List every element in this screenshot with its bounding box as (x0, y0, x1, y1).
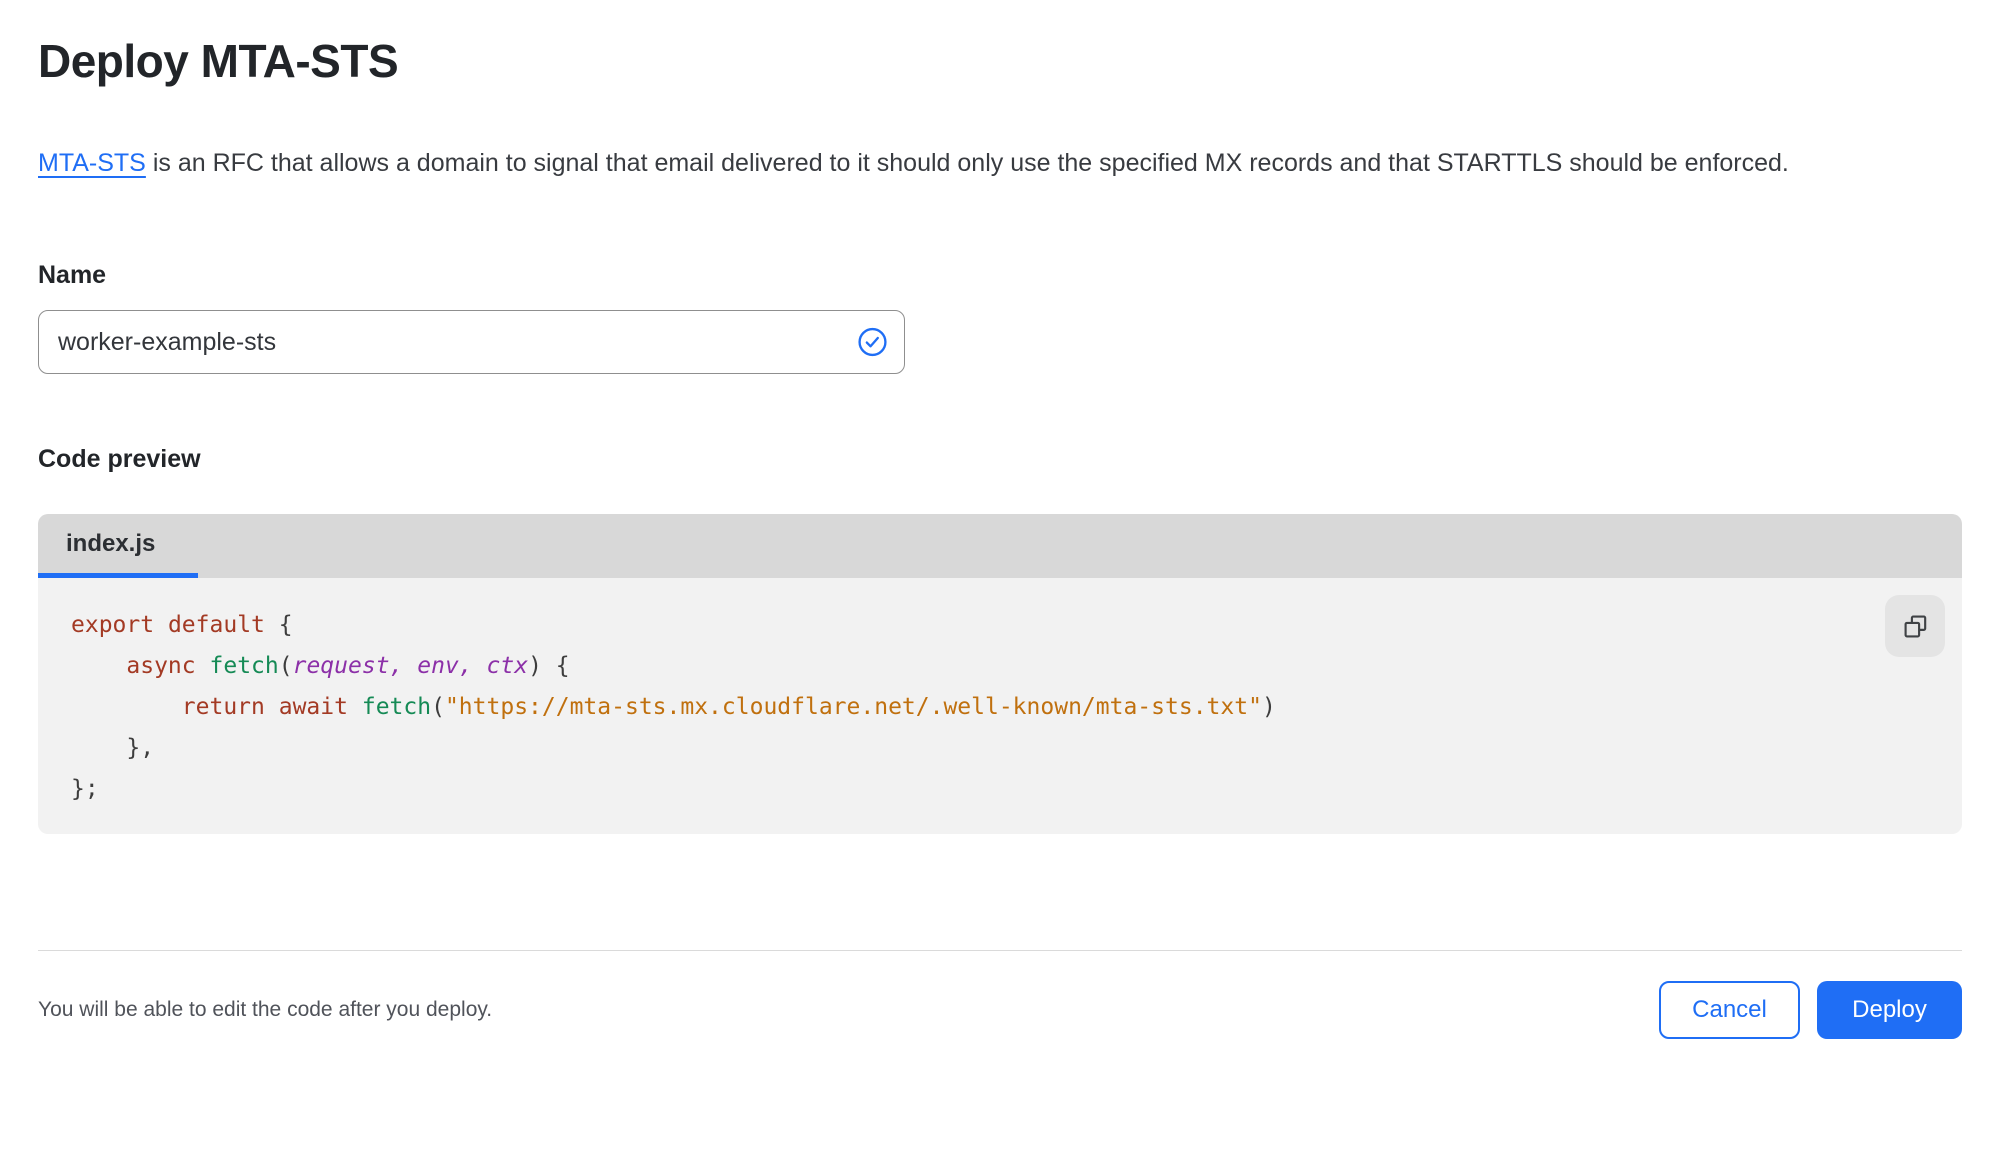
cancel-button[interactable]: Cancel (1659, 981, 1800, 1039)
code-line: }; (71, 776, 99, 802)
code-line: return await fetch("https://mta-sts.mx.c… (181, 694, 1276, 720)
code-content: export default { async fetch(request, en… (71, 605, 1872, 810)
description-text: is an RFC that allows a domain to signal… (145, 149, 1789, 177)
code-line: }, (71, 735, 155, 761)
page-title: Deploy MTA-STS (38, 35, 399, 87)
code-tab-bar: index.js (38, 514, 1962, 578)
code-preview-label: Code preview (38, 445, 201, 473)
name-label: Name (38, 261, 107, 289)
tab-index-js[interactable]: index.js (38, 514, 198, 578)
name-input-wrap (38, 310, 905, 374)
code-area: export default { async fetch(request, en… (38, 578, 1962, 834)
mta-sts-link[interactable]: MTA-STS (38, 149, 146, 177)
deploy-mta-sts-page: Deploy MTA-STS MTA-STS is an RFC that al… (0, 34, 1999, 1039)
code-editor: index.js export default { async fetch(re… (38, 514, 1962, 834)
name-input[interactable] (38, 310, 905, 374)
description: MTA-STS is an RFC that allows a domain t… (38, 141, 1943, 186)
deploy-button[interactable]: Deploy (1817, 981, 1962, 1039)
footer: You will be able to edit the code after … (38, 950, 1962, 1039)
copy-button[interactable] (1885, 595, 1945, 657)
code-line: export default { (71, 612, 293, 638)
copy-icon (1904, 615, 1926, 637)
footer-actions: Cancel Deploy (1659, 981, 1962, 1039)
footer-note: You will be able to edit the code after … (38, 998, 493, 1021)
code-line: async fetch(request, env, ctx) { (126, 653, 570, 679)
tab-label: index.js (66, 529, 156, 557)
